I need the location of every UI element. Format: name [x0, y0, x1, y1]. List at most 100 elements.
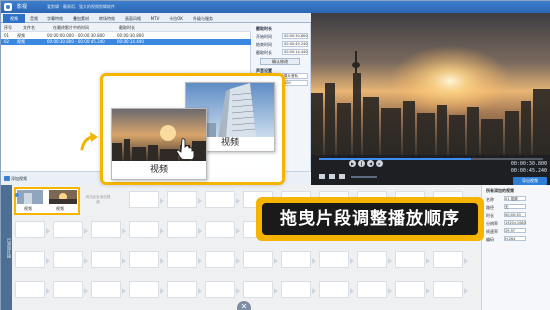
- folder-icon[interactable]: [339, 174, 345, 179]
- end-time-field[interactable]: 00:00:45.240: [282, 41, 308, 47]
- tab-mtv[interactable]: MTV: [147, 14, 163, 23]
- current-time: 00:00:30.800: [510, 161, 547, 167]
- storyboard-empty-slot[interactable]: [205, 251, 240, 268]
- col-filename: 文件名: [23, 25, 35, 30]
- storyboard-empty-slot[interactable]: [129, 251, 164, 268]
- audio-track-select[interactable]: 原片音轨: [282, 73, 308, 79]
- forward-icon[interactable]: ▸: [376, 160, 383, 167]
- storyboard-empty-slot[interactable]: [91, 281, 126, 298]
- storyboard-empty-slot[interactable]: [281, 251, 316, 268]
- storyboard-empty-slot[interactable]: [15, 281, 50, 298]
- info-value: H.264: [504, 236, 526, 241]
- main-tabs: 视频 音频 字幕特效 叠加素材 转场特效 画面风格 MTV 卡拉OK 升级与服务: [1, 13, 311, 23]
- tab-video[interactable]: 视频: [3, 14, 25, 23]
- close-icon[interactable]: ✕: [237, 301, 251, 310]
- fullscreen-icon[interactable]: [319, 174, 325, 179]
- storyboard-empty-slot[interactable]: [433, 281, 468, 298]
- tab-upgrade[interactable]: 升级与服务: [189, 14, 217, 23]
- info-label: 名称: [486, 197, 494, 202]
- info-label: 帧速率: [486, 229, 498, 234]
- add-placeholder[interactable]: 双击此处添加视频: [85, 195, 111, 205]
- clip-label-2: 视频: [56, 206, 64, 211]
- right-panel-title: 所有添加的视频: [486, 188, 514, 193]
- seek-progress: [319, 158, 472, 160]
- export-button[interactable]: 导出视频: [513, 177, 547, 185]
- play-icon[interactable]: ▶: [349, 160, 356, 167]
- storyboard-empty-slot[interactable]: [53, 281, 88, 298]
- tab-karaoke[interactable]: 卡拉OK: [165, 14, 187, 23]
- storyboard-empty-slot[interactable]: [243, 281, 278, 298]
- storyboard-empty-slot[interactable]: [53, 251, 88, 268]
- tab-style[interactable]: 画面风格: [121, 14, 145, 23]
- clip-thumbnails: [17, 190, 77, 204]
- clip-marker-icon: [15, 193, 19, 197]
- duration-field: 00:00:14.440: [282, 49, 308, 55]
- confirm-button[interactable]: 确认修改: [260, 58, 300, 65]
- storyboard-empty-slot[interactable]: [205, 281, 240, 298]
- video-preview: [311, 13, 550, 155]
- info-value: 00:00:30: [504, 212, 526, 217]
- app-subtitle: 爱剪辑 · 最易用、强大的视频剪辑软件: [47, 4, 115, 9]
- props-title: 截取时长: [256, 26, 272, 31]
- storyboard-empty-slot[interactable]: [357, 281, 392, 298]
- end-label: 结束时间: [256, 42, 272, 47]
- storyboard-empty-slot[interactable]: [167, 281, 202, 298]
- tab-subtitle-fx[interactable]: 字幕特效: [43, 14, 67, 23]
- volume-slider[interactable]: [351, 176, 377, 178]
- storyboard-empty-slot[interactable]: [395, 251, 430, 268]
- storyboard-empty-slot[interactable]: [357, 251, 392, 268]
- storyboard-empty-slot[interactable]: [433, 251, 468, 268]
- drag-demo-frame: 视频 视频: [100, 73, 285, 185]
- storyboard-empty-slot[interactable]: [91, 251, 126, 268]
- storyboard-clip-group[interactable]: 视频 视频: [14, 187, 80, 215]
- info-value: 1920×1080: [504, 220, 526, 225]
- snapshot-icon[interactable]: [329, 174, 335, 179]
- storyboard-empty-slot[interactable]: [167, 191, 202, 208]
- storyboard-empty-slot[interactable]: [129, 281, 164, 298]
- info-value: 29.97: [504, 228, 526, 233]
- storyboard-empty-slot[interactable]: [53, 221, 88, 238]
- storyboard-empty-slot[interactable]: [243, 251, 278, 268]
- storyboard-side-label: 已添加片段: [1, 185, 12, 310]
- tab-transition[interactable]: 转场特效: [95, 14, 119, 23]
- storyboard-empty-slot[interactable]: [129, 191, 164, 208]
- storyboard-empty-slot[interactable]: [319, 251, 354, 268]
- demo-card-front[interactable]: 视频: [111, 108, 207, 180]
- storyboard-empty-slot[interactable]: [319, 281, 354, 298]
- start-time-field[interactable]: 00:00:30.800: [282, 33, 308, 39]
- info-value: 无: [504, 204, 526, 209]
- tip-banner: 拖曳片段调整播放顺序: [256, 197, 484, 241]
- demo-card-front-label: 视频: [149, 165, 168, 175]
- storyboard-empty-slot[interactable]: [205, 191, 240, 208]
- title-bar: 影视 爱剪辑 · 最易用、强大的视频剪辑软件: [1, 1, 550, 13]
- storyboard-empty-slot[interactable]: [91, 221, 126, 238]
- info-value: 01 视频: [504, 196, 526, 201]
- duration-label: 截取时长: [256, 50, 272, 55]
- tab-overlay[interactable]: 叠加素材: [69, 14, 93, 23]
- storyboard-empty-slot[interactable]: [205, 221, 240, 238]
- storyboard-empty-slot[interactable]: [395, 281, 430, 298]
- info-label: 路径: [486, 205, 494, 210]
- storyboard-empty-slot[interactable]: [281, 281, 316, 298]
- rewind-icon[interactable]: ◀: [367, 160, 374, 167]
- info-label: 编码: [486, 237, 494, 242]
- tip-banner-text: 拖曳片段调整播放顺序: [262, 203, 478, 235]
- col-index: 序号: [4, 25, 12, 30]
- storyboard-empty-slot[interactable]: [167, 221, 202, 238]
- hand-cursor-icon: [176, 138, 195, 159]
- tab-audio[interactable]: 音频: [27, 14, 41, 23]
- start-label: 开始时间: [256, 34, 272, 39]
- table-header: 序号 文件名 在最终影片中的时间 截取时长: [1, 23, 251, 32]
- info-label: 分辨率: [486, 221, 498, 226]
- storyboard-empty-slot[interactable]: [15, 221, 50, 238]
- table-row[interactable]: 02 视频 00:00:30.800 - 00:00:45.240 00:00:…: [1, 39, 251, 45]
- add-video-button[interactable]: 添加视频: [4, 175, 28, 183]
- storyboard-empty-slot[interactable]: [129, 221, 164, 238]
- clip-label-1: 视频: [24, 206, 32, 211]
- col-time-in-movie: 在最终影片中的时间: [53, 25, 89, 30]
- volume-field[interactable]: 100: [282, 80, 308, 86]
- app-logo-icon: [4, 3, 12, 11]
- storyboard-empty-slot[interactable]: [15, 251, 50, 268]
- storyboard-empty-slot[interactable]: [167, 251, 202, 268]
- pause-icon[interactable]: ‖: [358, 160, 365, 167]
